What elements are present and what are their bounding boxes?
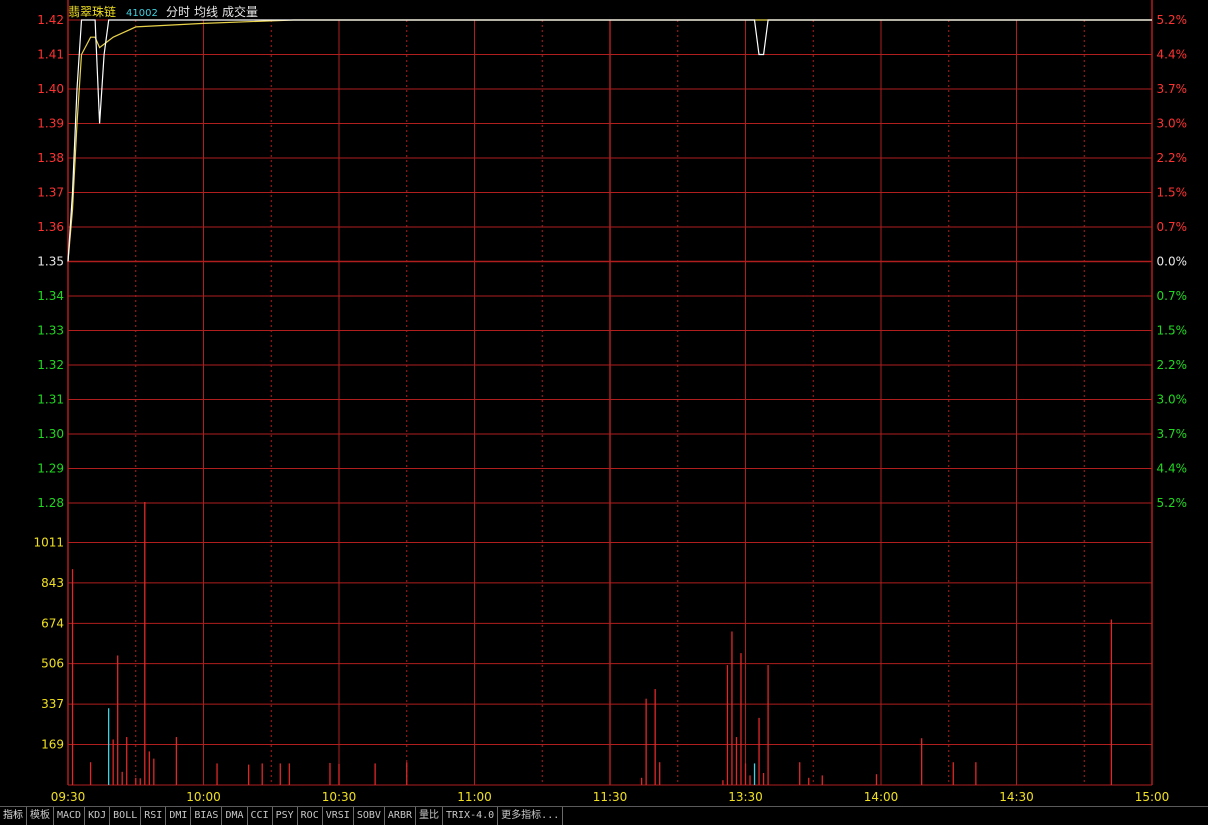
percent-tick-label: 0.0% bbox=[1157, 255, 1188, 269]
time-tick-label: 13:30 bbox=[728, 790, 763, 804]
price-tick-label: 1.41 bbox=[37, 48, 64, 62]
time-tick-label: 10:00 bbox=[186, 790, 221, 804]
price-tick-label: 1.42 bbox=[37, 13, 64, 27]
indicator-tab[interactable]: 模板 bbox=[27, 807, 54, 825]
time-tick-label: 14:00 bbox=[864, 790, 899, 804]
indicator-tab[interactable]: CCI bbox=[248, 807, 273, 825]
percent-tick-label: 1.5% bbox=[1157, 186, 1188, 200]
stock-name: 翡翠珠链 bbox=[68, 4, 116, 19]
indicator-tab[interactable]: ARBR bbox=[385, 807, 416, 825]
indicator-tab[interactable]: MACD bbox=[54, 807, 86, 825]
stock-code: 41002 bbox=[126, 8, 158, 19]
intraday-chart[interactable]: 1.42 1.41 1.40 1.39 1.38 1.37 1.36 1.35 1.34 1.33… bbox=[0, 0, 1208, 806]
volume-tick-label: 843 bbox=[41, 576, 64, 590]
legend-junxian: 均线 bbox=[194, 5, 218, 19]
percent-tick-label: 0.7% bbox=[1157, 220, 1188, 234]
percent-tick-label: 2.2% bbox=[1157, 358, 1188, 372]
percent-tick-label: 0.7% bbox=[1157, 289, 1188, 303]
time-tick-label: 09:30 bbox=[51, 790, 86, 804]
price-tick-label: 1.40 bbox=[37, 82, 64, 96]
indicator-tab[interactable]: DMA bbox=[222, 807, 248, 825]
time-tick-label: 10:30 bbox=[322, 790, 357, 804]
price-tick-label: 1.35 bbox=[37, 255, 64, 269]
price-tick-label: 1.30 bbox=[37, 427, 64, 441]
price-tick-label: 1.36 bbox=[37, 220, 64, 234]
time-tick-label: 11:00 bbox=[457, 790, 492, 804]
price-tick-label: 1.38 bbox=[37, 151, 64, 165]
indicator-tab[interactable]: BIAS bbox=[191, 807, 223, 825]
price-tick-label: 1.39 bbox=[37, 117, 64, 131]
indicator-tab[interactable]: SOBV bbox=[354, 807, 385, 825]
percent-tick-label: 3.7% bbox=[1157, 427, 1188, 441]
legend-fenshi: 分时 bbox=[166, 5, 190, 19]
percent-tick-label: 5.2% bbox=[1157, 496, 1188, 510]
volume-tick-label: 1011 bbox=[33, 536, 64, 550]
tab-bar-filler bbox=[563, 807, 1208, 825]
price-tick-label: 1.31 bbox=[37, 393, 64, 407]
indicator-tab-bar: 指标 模板 MACD KDJ BOLL RSI DMI BIAS DMA CCI PSY ROC VRS… bbox=[0, 806, 1208, 825]
indicator-tab[interactable]: PSY bbox=[273, 807, 298, 825]
volume-tick-label: 674 bbox=[41, 616, 64, 630]
indicator-tab[interactable]: BOLL bbox=[110, 807, 142, 825]
percent-tick-label: 3.0% bbox=[1157, 393, 1188, 407]
time-tick-label: 11:30 bbox=[593, 790, 628, 804]
percent-tick-label: 4.4% bbox=[1157, 48, 1188, 62]
price-tick-label: 1.34 bbox=[37, 289, 64, 303]
volume-tick-label: 337 bbox=[41, 697, 64, 711]
indicator-tab[interactable]: VRSI bbox=[323, 807, 354, 825]
percent-tick-label: 4.4% bbox=[1157, 462, 1188, 476]
time-tick-label: 14:30 bbox=[999, 790, 1034, 804]
price-tick-label: 1.29 bbox=[37, 462, 64, 476]
percent-tick-label: 1.5% bbox=[1157, 324, 1188, 338]
percent-tick-label: 5.2% bbox=[1157, 13, 1188, 27]
volume-tick-label: 506 bbox=[41, 657, 64, 671]
price-tick-label: 1.37 bbox=[37, 186, 64, 200]
price-tick-label: 1.33 bbox=[37, 324, 64, 338]
indicator-tab[interactable]: TRIX-4.0 bbox=[443, 807, 499, 825]
indicator-tab[interactable]: DMI bbox=[166, 807, 192, 825]
percent-tick-label: 3.0% bbox=[1157, 117, 1188, 131]
indicator-tab[interactable]: 更多指标... bbox=[498, 807, 564, 825]
price-tick-label: 1.32 bbox=[37, 358, 64, 372]
legend-volume: 成交量 bbox=[222, 4, 258, 19]
indicator-tab[interactable]: ROC bbox=[298, 807, 323, 825]
indicator-tab[interactable]: RSI bbox=[141, 807, 167, 825]
indicator-tab[interactable]: KDJ bbox=[85, 807, 111, 825]
percent-tick-label: 3.7% bbox=[1157, 82, 1188, 96]
indicator-tab[interactable]: 量比 bbox=[416, 807, 443, 825]
volume-tick-label: 169 bbox=[41, 737, 64, 751]
percent-tick-label: 2.2% bbox=[1157, 151, 1188, 165]
price-tick-label: 1.28 bbox=[37, 496, 64, 510]
indicator-tab[interactable]: 指标 bbox=[0, 807, 27, 825]
time-tick-label: 15:00 bbox=[1135, 790, 1170, 804]
